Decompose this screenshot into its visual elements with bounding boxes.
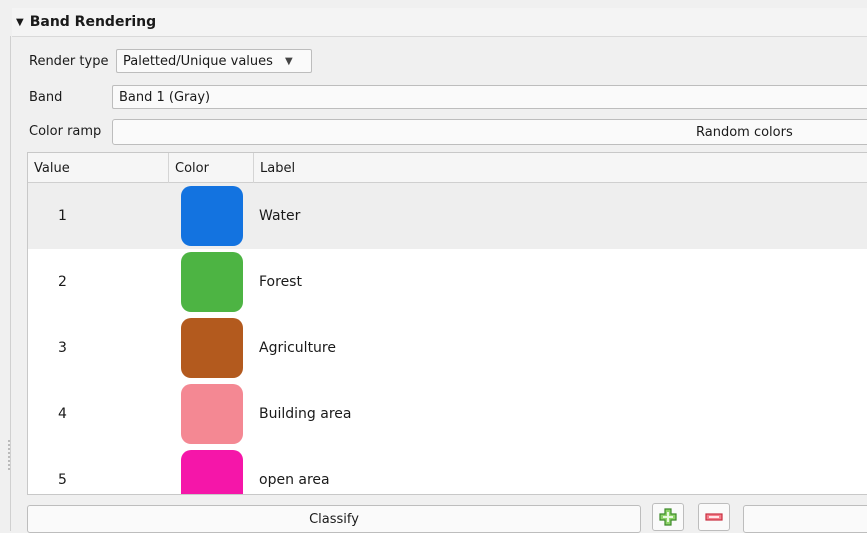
header-value[interactable]: Value [28,153,168,183]
row-value: 2 [58,274,67,290]
row-value: 1 [58,208,67,224]
footer-extra-button[interactable] [743,505,867,533]
plus-icon [659,508,677,526]
render-type-value: Paletted/Unique values [123,53,273,69]
row-label: open area [259,472,330,488]
band-label: Band [29,90,63,105]
row-label: Agriculture [259,340,336,356]
add-value-button[interactable] [652,503,684,531]
color-ramp-value: Random colors [696,124,793,140]
header-label[interactable]: Label [253,153,867,183]
row-value: 5 [58,472,67,488]
table-row[interactable]: 4 Building area [28,381,867,447]
render-type-label: Render type [29,54,109,69]
minus-icon [705,513,723,521]
color-swatch[interactable] [181,186,243,246]
palette-table[interactable]: Value Color Label 1 Water 2 Forest 3 Agr… [27,152,867,495]
color-swatch[interactable] [181,450,243,494]
chevron-down-icon: ▼ [284,55,293,67]
color-swatch[interactable] [181,252,243,312]
band-rendering-header[interactable]: ▼ Band Rendering [12,8,867,36]
color-swatch[interactable] [181,318,243,378]
classify-button[interactable]: Classify [27,505,641,533]
color-ramp-label: Color ramp [29,124,102,139]
render-type-select[interactable]: Paletted/Unique values ▼ [116,49,312,73]
section-title: Band Rendering [29,14,157,30]
row-label: Forest [259,274,302,290]
band-select[interactable]: Band 1 (Gray) [112,85,867,109]
collapse-arrow-icon[interactable]: ▼ [16,17,24,28]
remove-value-button[interactable] [698,503,730,531]
resize-grip[interactable] [8,440,10,470]
color-swatch[interactable] [181,384,243,444]
header-color[interactable]: Color [168,153,253,183]
row-label: Building area [259,406,352,422]
table-row[interactable]: 2 Forest [28,249,867,315]
row-label: Water [259,208,301,224]
table-row[interactable]: 1 Water [28,183,867,249]
header-divider [12,36,867,37]
color-ramp-button[interactable]: Random colors [112,119,867,145]
table-row[interactable]: 3 Agriculture [28,315,867,381]
row-value: 4 [58,406,67,422]
band-value: Band 1 (Gray) [119,89,211,105]
row-value: 3 [58,340,67,356]
table-row[interactable]: 5 open area [28,447,867,494]
table-header: Value Color Label [28,153,867,183]
panel-left-border [10,36,11,531]
classify-label: Classify [309,511,359,527]
